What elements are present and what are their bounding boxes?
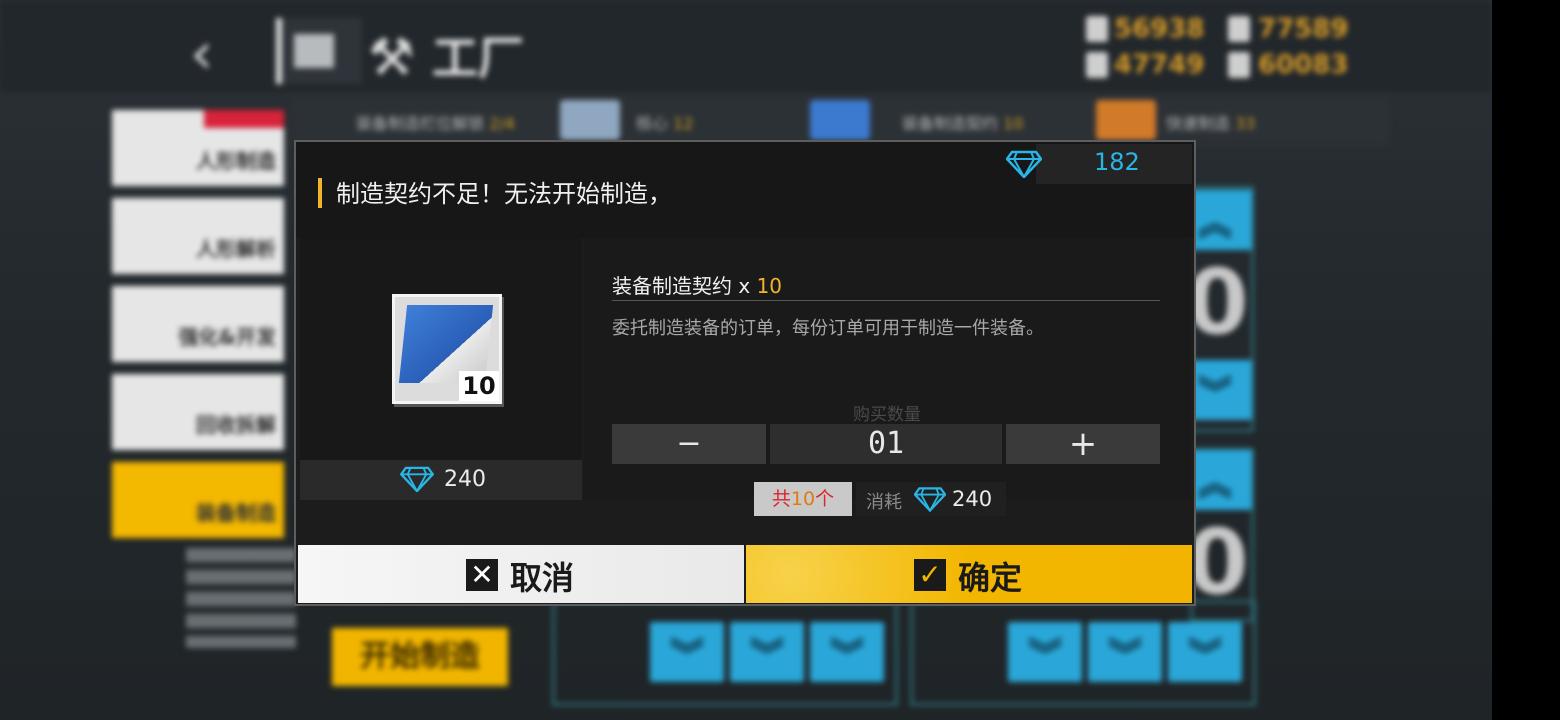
dialog-header: 制造契约不足！无法开始制造， 182 — [296, 142, 1194, 238]
item-price-strip: 240 — [300, 460, 582, 500]
sidebar-item-retire[interactable]: 回收拆解 — [112, 374, 284, 450]
sidebar-item-enhance-develop[interactable]: 强化&开发 — [112, 286, 284, 362]
top-bar: ‹ ⚒ 工厂 56938 77589 47749 60083 — [0, 0, 1492, 92]
resource-subbar: 装备制造栏位解锁 2/4 核心 12 装备制造契约 10 快速制造 33 — [290, 96, 1390, 146]
item-multiplier: 10 — [756, 274, 783, 298]
purchase-quantity-label: 购买数量 — [853, 405, 921, 425]
item-name: 装备制造契约 x 10 — [612, 274, 783, 298]
start-production-button[interactable]: 开始制造 — [332, 628, 508, 686]
contract-chip-icon — [810, 100, 870, 140]
quantity-value: 01 — [770, 424, 1002, 464]
contract-item-icon: 10 — [392, 294, 502, 404]
sidebar-item-tdoll-analysis[interactable]: 人形解析 — [112, 198, 284, 274]
screen-edge-black-strip — [1492, 0, 1560, 720]
manpower-icon — [1086, 16, 1108, 42]
double-chevron-down-icon[interactable]: ︾ — [730, 622, 804, 682]
slot-counter-top: 0 — [1186, 250, 1249, 355]
resource-ammo: 77589 — [1258, 14, 1349, 44]
purchase-dialog: 制造契约不足！无法开始制造， 182 10 240 装备制造契约 x 10 委托… — [296, 142, 1194, 604]
confirm-button[interactable]: ✓ 确定 — [746, 545, 1192, 603]
sidebar-item-equipment-production[interactable]: 装备制造 — [112, 462, 284, 538]
new-badge — [204, 110, 284, 128]
double-chevron-down-icon[interactable]: ︾ — [1008, 622, 1082, 682]
double-chevron-down-icon[interactable]: ︾ — [810, 622, 884, 682]
stack-emblem-icon — [186, 548, 296, 648]
contract-count-label: 装备制造契约 10 — [902, 114, 1024, 133]
home-nav-button[interactable] — [276, 18, 362, 84]
double-chevron-down-icon[interactable]: ︾ — [1168, 622, 1242, 682]
double-chevron-down-icon[interactable]: ︾ — [650, 622, 724, 682]
resource-parts: 60083 — [1258, 50, 1349, 80]
consume-label: 消耗 — [866, 492, 902, 513]
checkmark-icon: ✓ — [914, 559, 946, 591]
item-icon-quantity: 10 — [459, 371, 499, 401]
back-arrow-icon[interactable]: ‹ — [190, 24, 250, 84]
divider — [612, 300, 1160, 301]
item-price: 240 — [444, 467, 486, 492]
consume-cost: 消耗 240 — [856, 482, 1006, 516]
home-icon — [294, 34, 334, 68]
quantity-plus-button[interactable]: + — [1006, 424, 1160, 464]
page-title: 工厂 — [432, 31, 524, 85]
resource-ration: 47749 — [1114, 50, 1205, 80]
item-description: 委托制造装备的订单，每份订单可用于制造一件装备。 — [612, 318, 1044, 339]
core-count-label: 核心 12 — [636, 114, 694, 133]
insufficient-contract-message: 制造契约不足！无法开始制造， — [336, 180, 672, 208]
gem-icon — [914, 487, 946, 512]
resource-manpower: 56938 — [1114, 14, 1205, 44]
factory-tools-icon: ⚒ — [368, 28, 415, 88]
close-x-icon: ✕ — [466, 559, 498, 591]
quantity-minus-button[interactable]: − — [612, 424, 766, 464]
message-accent-bar — [318, 178, 322, 208]
ration-icon — [1086, 52, 1108, 78]
double-chevron-down-icon[interactable]: ︾ — [1088, 622, 1162, 682]
quick-build-chip-icon — [1096, 100, 1156, 140]
parts-icon — [1228, 52, 1250, 78]
gem-icon — [1006, 150, 1042, 178]
confirm-label: 确定 — [958, 559, 1023, 597]
total-count-badge: 共10个 — [754, 482, 852, 516]
cancel-label: 取消 — [510, 559, 575, 597]
gem-icon — [400, 466, 434, 492]
slot-unlock-label: 装备制造栏位解锁 2/4 — [356, 114, 515, 133]
core-chip-icon — [560, 100, 620, 140]
gem-balance: 182 — [1006, 144, 1192, 184]
consume-value: 240 — [952, 487, 993, 511]
sidebar-item-tdoll-production[interactable]: 人形制造 — [112, 110, 284, 186]
gem-balance-value: 182 — [1094, 148, 1140, 176]
ammo-icon — [1228, 16, 1250, 42]
item-detail-panel: 装备制造契约 x 10 委托制造装备的订单，每份订单可用于制造一件装备。 购买数… — [584, 238, 1190, 500]
cancel-button[interactable]: ✕ 取消 — [298, 545, 744, 603]
quick-build-label: 快速制造 33 — [1166, 114, 1256, 133]
